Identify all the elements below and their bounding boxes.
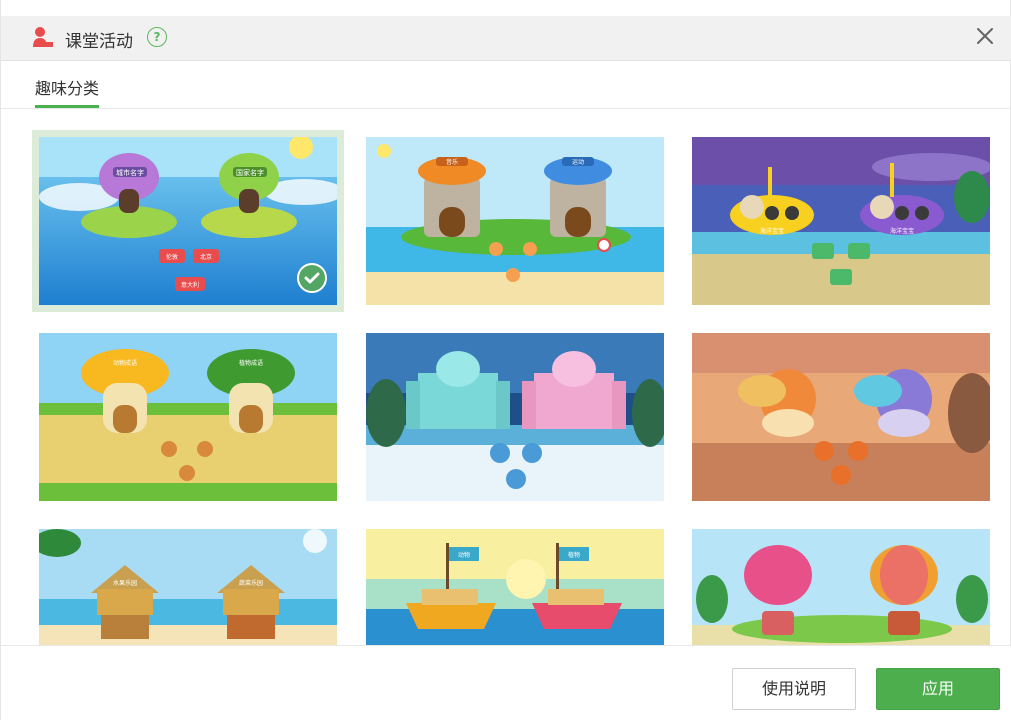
tab-fun-classify[interactable]: 趣味分类	[35, 75, 100, 108]
island-label-1: 城市名字	[116, 168, 144, 177]
help-icon[interactable]: ?	[147, 27, 167, 47]
apply-button[interactable]: 应用	[876, 668, 1000, 710]
activity-card-balloons[interactable]	[692, 529, 990, 645]
activity-card-boats[interactable]: 动物 植物	[366, 529, 664, 645]
activity-card-dragons[interactable]	[692, 333, 990, 501]
activity-card-islands[interactable]: 城市名字 国家名字 伦敦 北京 意大利	[32, 130, 344, 312]
close-icon[interactable]	[972, 23, 998, 49]
activity-card-mushrooms[interactable]: 动物成语 植物成语	[39, 333, 337, 501]
huts-thumbnail: 水果乐园 蔬菜乐园	[39, 529, 337, 645]
teacher-icon	[33, 27, 53, 47]
island-label-2: 国家名字	[236, 168, 264, 177]
boat-label-1: 动物	[458, 551, 470, 559]
activity-card-ice-castles[interactable]	[366, 333, 664, 501]
islands-thumbnail: 城市名字 国家名字 伦敦 北京 意大利	[39, 137, 337, 305]
submarines-thumbnail: 海洋宝宝 海洋宝宝	[692, 137, 990, 305]
tower-label-1: 音乐	[446, 158, 458, 166]
hut-label-2: 蔬菜乐园	[239, 579, 263, 587]
boats-thumbnail: 动物 植物	[366, 529, 664, 645]
mushroom-label-1: 动物成语	[113, 359, 137, 367]
tower-label-2: 运动	[572, 158, 584, 166]
chip-3: 意大利	[181, 281, 199, 289]
activity-dialog: 课堂活动 ? 趣味分类 城市名字 国家名字 伦敦 北京 意大利 音乐 运动 海洋…	[0, 0, 1011, 720]
chip-2: 北京	[200, 253, 212, 261]
dialog-title: 课堂活动	[65, 32, 133, 52]
chip-1: 伦敦	[166, 253, 178, 261]
submarine-label-2: 海洋宝宝	[890, 227, 914, 235]
activity-grid: 城市名字 国家名字 伦敦 北京 意大利 音乐 运动 海洋宝宝 海洋宝宝 动物成语…	[1, 110, 1011, 645]
boat-label-2: 植物	[568, 551, 580, 559]
usage-help-button[interactable]: 使用说明	[732, 668, 856, 710]
balloons-thumbnail	[692, 529, 990, 645]
ice-castles-thumbnail	[366, 333, 664, 501]
submarine-label-1: 海洋宝宝	[760, 227, 784, 235]
towers-thumbnail: 音乐 运动	[366, 137, 664, 305]
dragons-thumbnail	[692, 333, 990, 501]
hut-label-1: 水果乐园	[113, 579, 137, 587]
activity-card-towers[interactable]: 音乐 运动	[366, 137, 664, 305]
check-icon	[297, 263, 327, 293]
activity-card-huts[interactable]: 水果乐园 蔬菜乐园	[39, 529, 337, 645]
mushroom-label-2: 植物成语	[239, 359, 263, 367]
dialog-footer: 使用说明 应用	[1, 645, 1011, 720]
title-bar: 课堂活动 ?	[1, 16, 1011, 61]
mushrooms-thumbnail: 动物成语 植物成语	[39, 333, 337, 501]
activity-card-submarines[interactable]: 海洋宝宝 海洋宝宝	[692, 137, 990, 305]
tab-bar: 趣味分类	[1, 61, 1011, 109]
